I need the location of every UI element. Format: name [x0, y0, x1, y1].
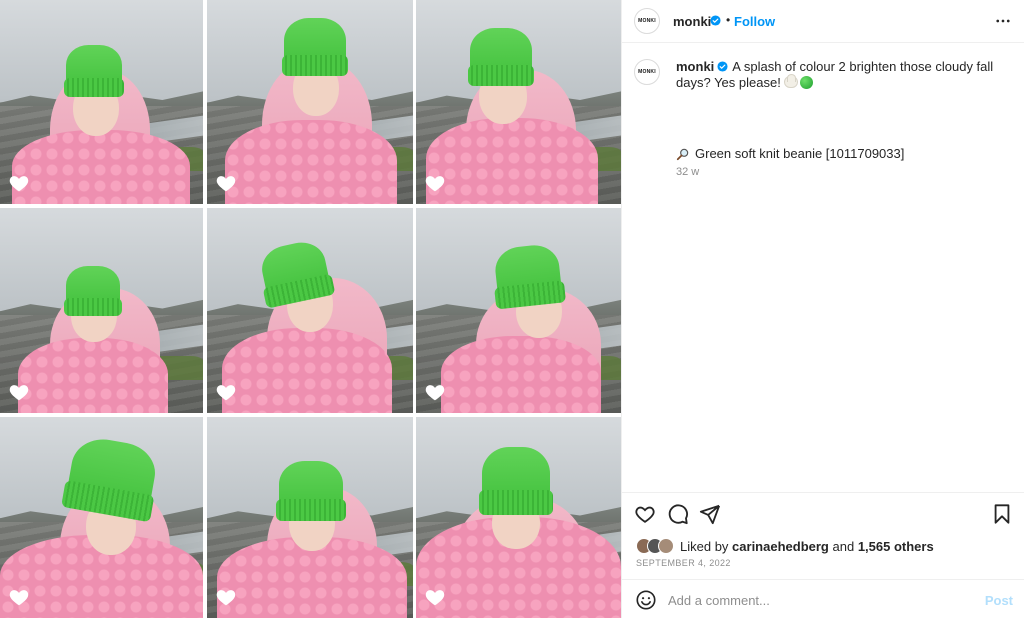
header-separator: •: [726, 13, 731, 27]
bookmark-icon[interactable]: [991, 503, 1013, 525]
like-photo-button[interactable]: [424, 172, 446, 194]
avatar-text: MONKI: [638, 18, 656, 24]
photo-tile[interactable]: [0, 208, 203, 413]
caption-timestamp: 32 w: [676, 166, 700, 178]
like-photo-button[interactable]: [215, 381, 237, 403]
post-details-panel: MONKI monki • Follow MONKI monki A splash…: [621, 0, 1024, 618]
cloud-emoji-icon: [783, 74, 798, 88]
like-photo-button[interactable]: [8, 172, 30, 194]
liker-avatars[interactable]: [636, 538, 674, 554]
liker-username[interactable]: carinaehedberg: [732, 539, 829, 554]
like-photo-button[interactable]: [424, 586, 446, 608]
send-icon[interactable]: [699, 503, 721, 525]
photo-tile[interactable]: [416, 417, 621, 618]
likes-others-link[interactable]: 1,565 others: [858, 539, 934, 554]
magnifier-icon: [676, 148, 689, 160]
caption-avatar[interactable]: MONKI: [634, 59, 660, 85]
product-name: Green soft knit beanie [1011709033]: [695, 146, 905, 161]
avatar-text: MONKI: [638, 69, 656, 75]
green-circle-emoji-icon: [799, 76, 813, 89]
photo-tile[interactable]: [0, 0, 203, 204]
post-date: SEPTEMBER 4, 2022: [636, 558, 731, 568]
heart-icon: [425, 385, 445, 401]
like-photo-button[interactable]: [215, 172, 237, 194]
photo-tile[interactable]: [207, 417, 413, 618]
photo-grid: [0, 0, 621, 618]
heart-icon[interactable]: [634, 503, 656, 525]
comment-bar: Post: [622, 579, 1024, 619]
heart-icon: [425, 176, 445, 192]
heart-icon: [216, 590, 236, 606]
heart-icon: [425, 590, 445, 606]
heart-icon: [9, 590, 29, 606]
like-photo-button[interactable]: [8, 381, 30, 403]
like-photo-button[interactable]: [8, 586, 30, 608]
heart-icon: [216, 385, 236, 401]
like-photo-button[interactable]: [424, 381, 446, 403]
like-photo-button[interactable]: [215, 586, 237, 608]
account-username[interactable]: monki: [673, 14, 711, 29]
avatar: [658, 538, 674, 554]
comment-input[interactable]: [668, 590, 968, 610]
photo-tile[interactable]: [416, 0, 621, 204]
likes-prefix: Liked by: [680, 538, 729, 554]
avatar[interactable]: MONKI: [634, 8, 660, 34]
photo-tile[interactable]: [207, 0, 413, 204]
caption-text: monki A splash of colour 2 brighten those…: [676, 59, 1011, 91]
caption-username[interactable]: monki: [676, 59, 714, 74]
heart-icon: [9, 176, 29, 192]
likes-summary: Liked by carinaehedberg and 1,565 others: [636, 538, 934, 554]
action-bar: [622, 492, 1024, 537]
likes-connector: and: [832, 538, 855, 554]
follow-button[interactable]: Follow: [734, 14, 775, 29]
photo-tile[interactable]: [207, 208, 413, 413]
post-comment-button[interactable]: Post: [985, 593, 1013, 608]
photo-tile[interactable]: [0, 417, 203, 618]
photo-tile[interactable]: [416, 208, 621, 413]
heart-icon: [216, 176, 236, 192]
heart-icon: [9, 385, 29, 401]
verified-badge-icon: [717, 61, 728, 72]
post-header: MONKI monki • Follow: [622, 0, 1024, 43]
emoji-icon[interactable]: [635, 589, 657, 611]
more-options-icon[interactable]: [993, 12, 1013, 30]
verified-badge-icon: [710, 15, 721, 26]
comment-icon[interactable]: [667, 503, 689, 525]
product-line: Green soft knit beanie [1011709033]: [676, 146, 904, 161]
